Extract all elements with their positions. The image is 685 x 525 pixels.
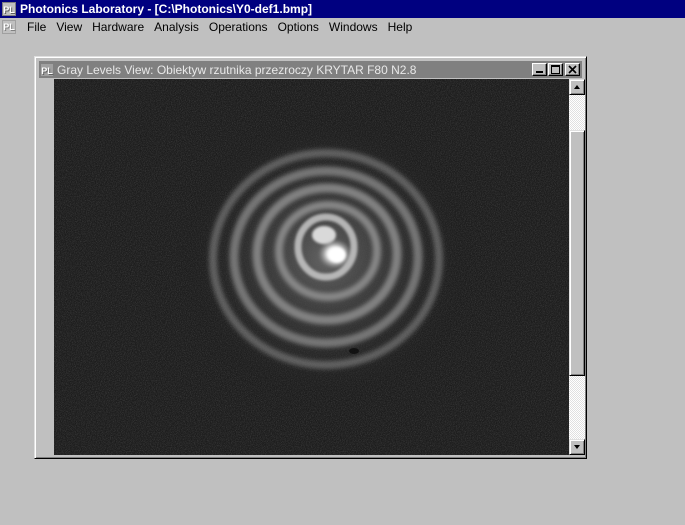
app-titlebar[interactable]: PL Photonics Laboratory - [C:\Photonics\…: [0, 0, 685, 18]
menu-operations[interactable]: Operations: [204, 18, 273, 36]
interference-pattern-image[interactable]: [54, 79, 569, 455]
close-icon: [568, 65, 577, 74]
app-icon[interactable]: PL: [2, 2, 16, 16]
menu-analysis[interactable]: Analysis: [149, 18, 204, 36]
menu-file[interactable]: File: [22, 18, 51, 36]
scroll-down-button[interactable]: [569, 439, 585, 455]
scroll-thumb[interactable]: [569, 130, 585, 376]
maximize-button[interactable]: [548, 63, 563, 76]
arrow-up-icon: [574, 85, 580, 89]
menu-help[interactable]: Help: [383, 18, 418, 36]
child-window-title: Gray Levels View: Obiektyw rzutnika prze…: [57, 62, 417, 77]
vertical-scrollbar[interactable]: [569, 79, 585, 455]
child-system-menu-icon[interactable]: PL: [2, 20, 16, 34]
menu-hardware[interactable]: Hardware: [87, 18, 149, 36]
menu-options[interactable]: Options: [273, 18, 324, 36]
arrow-down-icon: [574, 445, 580, 449]
menu-view[interactable]: View: [51, 18, 87, 36]
menu-windows[interactable]: Windows: [324, 18, 383, 36]
child-window-icon[interactable]: PL: [40, 62, 54, 77]
gray-levels-view-window: PL Gray Levels View: Obiektyw rzutnika p…: [34, 56, 587, 459]
app-title: Photonics Laboratory - [C:\Photonics\Y0-…: [20, 2, 313, 16]
scroll-up-button[interactable]: [569, 79, 585, 95]
child-titlebar[interactable]: PL Gray Levels View: Obiektyw rzutnika p…: [39, 61, 582, 78]
ring-pattern-graphic: [54, 79, 569, 455]
menu-bar: PL File View Hardware Analysis Operation…: [0, 18, 685, 36]
close-button[interactable]: [565, 63, 580, 76]
minimize-button[interactable]: [532, 63, 547, 76]
